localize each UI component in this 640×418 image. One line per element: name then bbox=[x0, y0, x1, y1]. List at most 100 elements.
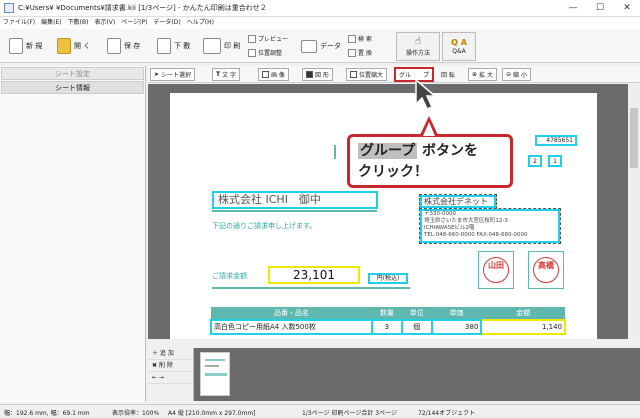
header-amount: 金額 bbox=[516, 309, 531, 317]
position-shrink-icon bbox=[350, 71, 357, 78]
customer-name[interactable]: 株式会社 ICHI 御中 bbox=[212, 191, 378, 209]
data-button[interactable]: データ bbox=[298, 32, 344, 60]
cell-price[interactable]: 380 bbox=[430, 319, 483, 335]
cell-qty[interactable]: 3 bbox=[370, 319, 403, 335]
callout-tail-inner bbox=[423, 122, 435, 136]
menu-view[interactable]: 表示(V) bbox=[91, 17, 118, 29]
cell-item-name[interactable]: 高白色コピー用紙A4 入数500枚 bbox=[210, 319, 373, 335]
add-page-button[interactable]: ＋ 追 加 bbox=[148, 348, 193, 360]
header-item: 品番・品名 bbox=[273, 309, 309, 317]
menu-edit[interactable]: 編集(E) bbox=[38, 17, 64, 29]
amount-value[interactable]: 23,101 bbox=[268, 266, 360, 284]
page-controls: ＋ 追 加 ✖ 削 除 ← → bbox=[148, 348, 194, 401]
greeting-note: 下記の通りご請求申し上げます。 bbox=[212, 222, 317, 230]
scroll-thumb[interactable] bbox=[630, 108, 638, 168]
instruction-callout: グループ ボタンを クリック！ bbox=[347, 134, 513, 188]
cell-unit[interactable]: 個 bbox=[400, 319, 433, 335]
app-icon bbox=[4, 3, 14, 13]
address-line1: 埼玉県さいたま市大宮区桜町12-3 bbox=[424, 218, 508, 224]
table-row: 高白色コピー用紙A4 入数500枚 3 個 380 1,140 bbox=[210, 319, 566, 335]
invoice-page[interactable]: 4785651 2 1 株式会社 ICHI 御中 下記の通りご請求申し上げます。… bbox=[170, 93, 597, 339]
postal-code: 〒330-0000 bbox=[424, 211, 456, 217]
menu-page[interactable]: ページ(P) bbox=[118, 17, 150, 29]
menu-underlay[interactable]: 下敷(B) bbox=[65, 17, 92, 29]
shape-tool-button[interactable]: 図 形 bbox=[302, 68, 333, 81]
printer-icon bbox=[203, 38, 221, 54]
sidebar-item-sheet-info[interactable]: シート情報 bbox=[1, 81, 144, 94]
qa-button[interactable]: Q A Q&A bbox=[442, 32, 476, 61]
new-button[interactable]: 新 規 bbox=[6, 32, 45, 60]
hand-pointer-icon: ☝ bbox=[414, 36, 422, 47]
preview-button[interactable]: プレビュー bbox=[248, 33, 288, 44]
close-button[interactable]: ✕ bbox=[620, 2, 634, 15]
status-zoom: 表示倍率：100% bbox=[112, 410, 160, 417]
page-mark-a[interactable]: 2 bbox=[528, 155, 542, 167]
menu-bar: ファイル(F) 編集(E) 下敷(B) 表示(V) ページ(P) データ(D) ヘルプ(H) bbox=[0, 17, 640, 29]
object-toolbar: ➤ シート選択 T文 字 画 像 図 形 位置縮大 グルプ 回 転 ⊕ 拡 大 ⊖ 縮… bbox=[148, 66, 640, 83]
underlay-button[interactable]: 下 敷 bbox=[154, 32, 193, 60]
status-pages: 1/3ページ 印刷ページ合計 3ページ bbox=[302, 410, 397, 417]
zoom-in-icon: ⊕ bbox=[472, 71, 478, 78]
company-name[interactable]: 株式会社デネット bbox=[419, 194, 497, 209]
title-bar: C:¥Users¥ ¥Documents¥請求書.kii [1/3ページ] - … bbox=[0, 0, 640, 17]
text-t-icon: T bbox=[216, 71, 221, 78]
zoom-out-button[interactable]: ⊖ 縮 小 bbox=[502, 68, 531, 81]
page-mark-b[interactable]: 1 bbox=[548, 155, 562, 167]
left-panel: シート設定 シート情報 bbox=[0, 66, 146, 402]
status-size: 幅：192.6 mm, 幅：69.1 mm bbox=[4, 410, 90, 417]
qa-icon: Q A bbox=[451, 38, 467, 47]
page-nav-arrows[interactable]: ← → bbox=[148, 372, 193, 384]
preview-icon bbox=[248, 34, 256, 43]
header-unit: 単位 bbox=[409, 309, 424, 317]
rotate-button[interactable]: 回 転 bbox=[438, 68, 458, 81]
page-thumbnail[interactable] bbox=[200, 352, 230, 396]
data-table-icon bbox=[301, 39, 317, 53]
search-button[interactable]: 検 索 bbox=[348, 33, 372, 44]
position-adjust-icon bbox=[248, 48, 256, 57]
search-icon bbox=[348, 34, 356, 43]
position-shrink-button[interactable]: 位置縮大 bbox=[346, 68, 388, 81]
menu-data[interactable]: データ(D) bbox=[150, 17, 183, 29]
address-line2: ICHIAWASEビル2階 bbox=[424, 225, 475, 231]
amount-underline bbox=[212, 287, 410, 289]
customer-underline bbox=[212, 210, 377, 212]
company-address-block[interactable]: 〒330-0000 埼玉県さいたま市大宮区桜町12-3 ICHIAWASEビル2… bbox=[419, 208, 561, 244]
image-icon bbox=[262, 71, 269, 78]
sidebar-item-sheet-settings[interactable]: シート設定 bbox=[1, 67, 144, 80]
document-number[interactable]: 4785651 bbox=[535, 135, 577, 146]
maximize-button[interactable]: ☐ bbox=[593, 2, 607, 15]
position-adjust-button[interactable]: 位置調整 bbox=[248, 47, 282, 58]
items-table: 品番・品名 数量 単位 単価 金額 高白色コピー用紙A4 入数500枚 3 個 … bbox=[210, 307, 566, 335]
vertical-scrollbar[interactable] bbox=[628, 84, 640, 339]
save-button[interactable]: 保 存 bbox=[104, 32, 143, 60]
mouse-cursor-icon bbox=[415, 78, 438, 110]
zoom-in-button[interactable]: ⊕ 拡 大 bbox=[468, 68, 497, 81]
menu-help[interactable]: ヘルプ(H) bbox=[184, 17, 217, 29]
tax-label[interactable]: 円(税込) bbox=[368, 273, 408, 284]
seal-yamada: 山田 bbox=[483, 257, 509, 283]
howto-button[interactable]: ☝ 操作方法 bbox=[396, 32, 440, 61]
folder-icon bbox=[57, 38, 71, 54]
replace-icon bbox=[348, 48, 356, 57]
delete-page-button[interactable]: ✖ 削 除 bbox=[148, 360, 193, 372]
new-document-icon bbox=[9, 38, 23, 54]
replace-button[interactable]: 置 換 bbox=[348, 47, 372, 58]
window-title: C:¥Users¥ ¥Documents¥請求書.kii [1/3ページ] - … bbox=[18, 4, 267, 12]
cell-amount[interactable]: 1,140 bbox=[480, 319, 566, 335]
sheet-select-button[interactable]: ➤ シート選択 bbox=[150, 68, 196, 81]
menu-file[interactable]: ファイル(F) bbox=[0, 17, 38, 29]
underlay-icon bbox=[157, 38, 171, 54]
header-qty: 数量 bbox=[379, 309, 394, 317]
save-icon bbox=[107, 38, 121, 54]
print-button[interactable]: 印 刷 bbox=[200, 32, 243, 60]
text-tool-button[interactable]: T文 字 bbox=[212, 68, 241, 81]
minimize-button[interactable]: — bbox=[566, 2, 580, 15]
zoom-out-icon: ⊖ bbox=[506, 71, 512, 78]
image-tool-button[interactable]: 画 像 bbox=[258, 68, 289, 81]
main-toolbar: 新 規 開 く 保 存 下 敷 印 刷 プレビュー 位置調整 データ 検 索 置… bbox=[0, 29, 640, 63]
amount-label: ご請求金額 bbox=[212, 272, 247, 280]
status-objects: 72/144オブジェクト bbox=[418, 410, 476, 417]
phone-fax: TEL:048-660-0000 FAX:048-660-0000 bbox=[424, 232, 528, 238]
open-button[interactable]: 開 く bbox=[54, 32, 93, 60]
shape-icon bbox=[306, 71, 313, 78]
